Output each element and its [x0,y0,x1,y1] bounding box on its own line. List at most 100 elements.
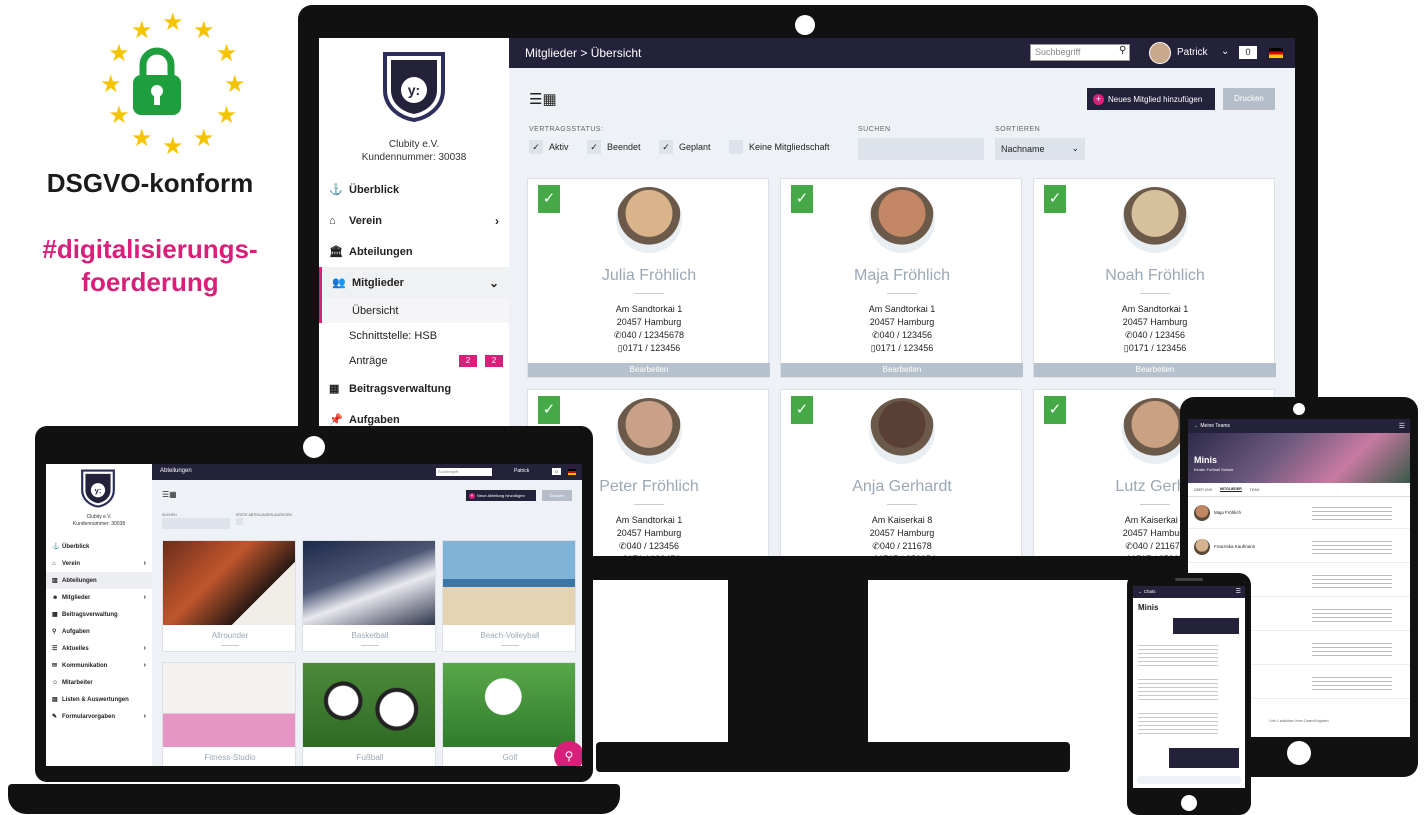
department-tile[interactable]: Allrounder [162,540,296,652]
sidebar-subitem-label: Übersicht [352,304,399,317]
sidebar-item[interactable]: ✎ Formularvorgaben › [46,708,152,725]
tab-team[interactable]: TEAM [1250,488,1260,492]
search-icon[interactable]: ⚲ [1119,45,1126,56]
star-icon: ★ [108,102,130,129]
breadcrumb: Abteilungen [160,468,192,474]
sidebar-item[interactable]: ⚲ Aufgaben [46,623,152,640]
department-search-input[interactable] [162,518,230,529]
member-card[interactable]: ✓ Julia Fröhlich Am Sandtorkai 1 20457 Hamb… [527,178,770,378]
sort-select[interactable]: Nachname ⌄ [995,138,1085,160]
avatar[interactable] [1149,42,1171,64]
edit-button[interactable]: Bearbeiten [781,363,1023,377]
team-member-row[interactable]: Franziska Kaufmann [1188,533,1410,563]
sidebar-item[interactable]: ▦ Beitragsverwaltung [46,606,152,623]
member-phone-value: 040 / 123456 [1132,330,1186,340]
sidebar-item[interactable]: ⌂ Verein › [46,555,152,572]
customer-number: Kundennummer: 30038 [72,521,126,527]
webcam [303,436,325,458]
home-button[interactable] [1287,741,1311,765]
divider [887,293,917,294]
back-arrow-icon[interactable]: ← [1138,589,1143,594]
notification-count[interactable]: 0 [552,468,561,475]
sidebar-item[interactable]: ▤ Listen & Auswertungen [46,691,152,708]
sidebar-item[interactable]: ▥ Abteilungen [46,572,152,589]
team-member-row[interactable]: Maja Fröhlich [1188,499,1410,529]
sidebar-item[interactable]: ⚓ Überblick [46,538,152,555]
search-input[interactable]: Suchbegriff [1030,44,1130,61]
pin-fab-button[interactable]: ⚲ [554,741,582,766]
team-member-details [1312,572,1392,590]
chat-input[interactable] [1137,776,1241,784]
star-icon: ★ [215,102,238,129]
sidebar-item[interactable]: ✉ Kommunikation › [46,657,152,674]
check-icon: ✓ [1044,396,1066,424]
print-button[interactable]: Drucken [542,490,572,501]
sidebar-subitem-antraege[interactable]: Anträge 2 2 [319,348,509,373]
pin-icon: ⚲ [52,629,57,635]
member-card[interactable]: ✓ Anja Gerhardt Am Kaiserkai 8 20457 Hambur… [780,389,1022,556]
sidebar-item-label: Verein [62,560,81,567]
member-mobile-value: 0171 / 123456 [875,343,934,353]
print-button[interactable]: Drucken [1223,88,1275,110]
tab-ueber-uns[interactable]: ÜBER UNS [1194,488,1212,492]
show-first-checkbox[interactable] [236,518,243,525]
divider [634,293,664,294]
german-flag-icon[interactable] [1269,48,1283,58]
user-name[interactable]: Patrick [1177,47,1208,58]
users-icon: ☻ [52,594,59,601]
chat-message [1138,676,1218,702]
badge-tagline: #digitalisierungs- foerderung [30,233,270,299]
sidebar-item-label: Abteilungen [349,245,413,258]
member-mobile-value: 0171 / 123456 [623,554,681,556]
back-arrow-icon[interactable]: ← [1194,423,1199,429]
add-department-button[interactable]: + Neue Abteilung hinzufügen [466,490,536,501]
sidebar-item-verein[interactable]: ⌂ Verein › [319,205,509,236]
member-mobile-value: 0171 / 123456 [622,343,681,353]
sidebar-item-mitglieder[interactable]: 👥 Mitglieder ⌄ [319,267,509,298]
tab-mitglieder[interactable]: MITGLIEDER [1220,487,1242,492]
department-tile[interactable]: Fitness-Studio [162,662,296,766]
sidebar-item[interactable]: ☺ Mitarbeiter [46,674,152,691]
chevron-down-icon[interactable]: ⌄ [1221,46,1229,57]
edit-button[interactable]: Bearbeiten [528,363,770,377]
member-name: Maja Fröhlich [853,267,951,284]
member-search-input[interactable] [858,138,984,160]
list-view-icon[interactable]: ☰▦ [162,490,177,499]
dsgvo-badge: ★ ★ ★ ★ ★ ★ ★ ★ ★ ★ ★ ★ DSGVO-konform #digitalisier… [30,5,270,305]
department-tile[interactable]: Fußball [302,662,436,766]
sidebar-item-abteilungen[interactable]: 🏛 Abteilungen [319,236,509,267]
filter-geplant[interactable]: ✓ Geplant [659,140,711,154]
member-street: Am Kaiserkai 8 [871,515,933,525]
sidebar-item-ueberblick[interactable]: ⚓ Überblick [319,174,509,205]
department-tile[interactable]: Basketball [302,540,436,652]
german-flag-icon[interactable] [568,469,576,475]
sidebar-item-label: Mitarbeiter [62,679,93,686]
menu-icon[interactable]: ☰ [1236,588,1241,595]
sidebar-subitem-schnittstelle[interactable]: Schnittstelle: HSB [319,323,509,348]
member-name: Julia Fröhlich [601,267,697,284]
list-view-icon[interactable]: ☰▦ [529,90,557,108]
home-button[interactable] [1181,795,1197,811]
member-street: Am Sandtorkai 1 [1121,304,1189,314]
sidebar-subitem-uebersicht[interactable]: Übersicht [319,298,509,323]
filter-beendet[interactable]: ✓ Beendet [587,140,641,154]
department-tile[interactable]: Beach-Volleyball [442,540,576,652]
add-member-button[interactable]: + Neues Mitglied hinzufügen [1087,88,1215,110]
member-card[interactable]: ✓ Maja Fröhlich Am Sandtorkai 1 20457 Hambu… [780,178,1023,378]
sidebar-item[interactable]: ☰ Aktuelles › [46,640,152,657]
filter-aktiv[interactable]: ✓ Aktiv [529,140,569,154]
badge-tagline-line2: foerderung [81,267,219,297]
news-icon: ☰ [52,646,58,652]
team-title: Minis [1194,455,1218,465]
notification-count[interactable]: 0 [1239,46,1257,59]
menu-icon[interactable]: ☰ [1399,422,1405,430]
sidebar-item[interactable]: ☻ Mitglieder › [46,589,152,606]
user-name[interactable]: Patrick [514,468,529,474]
team-member-details [1312,504,1392,522]
member-card[interactable]: ✓ Noah Fröhlich Am Sandtorkai 1 20457 Hambu… [1033,178,1276,378]
edit-button[interactable]: Bearbeiten [1034,363,1276,377]
search-input[interactable]: Suchbegriff [436,468,492,476]
filter-keine-mitgliedschaft[interactable]: Keine Mitgliedschaft [729,140,830,154]
chevron-right-icon: › [143,713,146,720]
sidebar-item-beitragsverwaltung[interactable]: ▦ Beitragsverwaltung [319,373,509,404]
